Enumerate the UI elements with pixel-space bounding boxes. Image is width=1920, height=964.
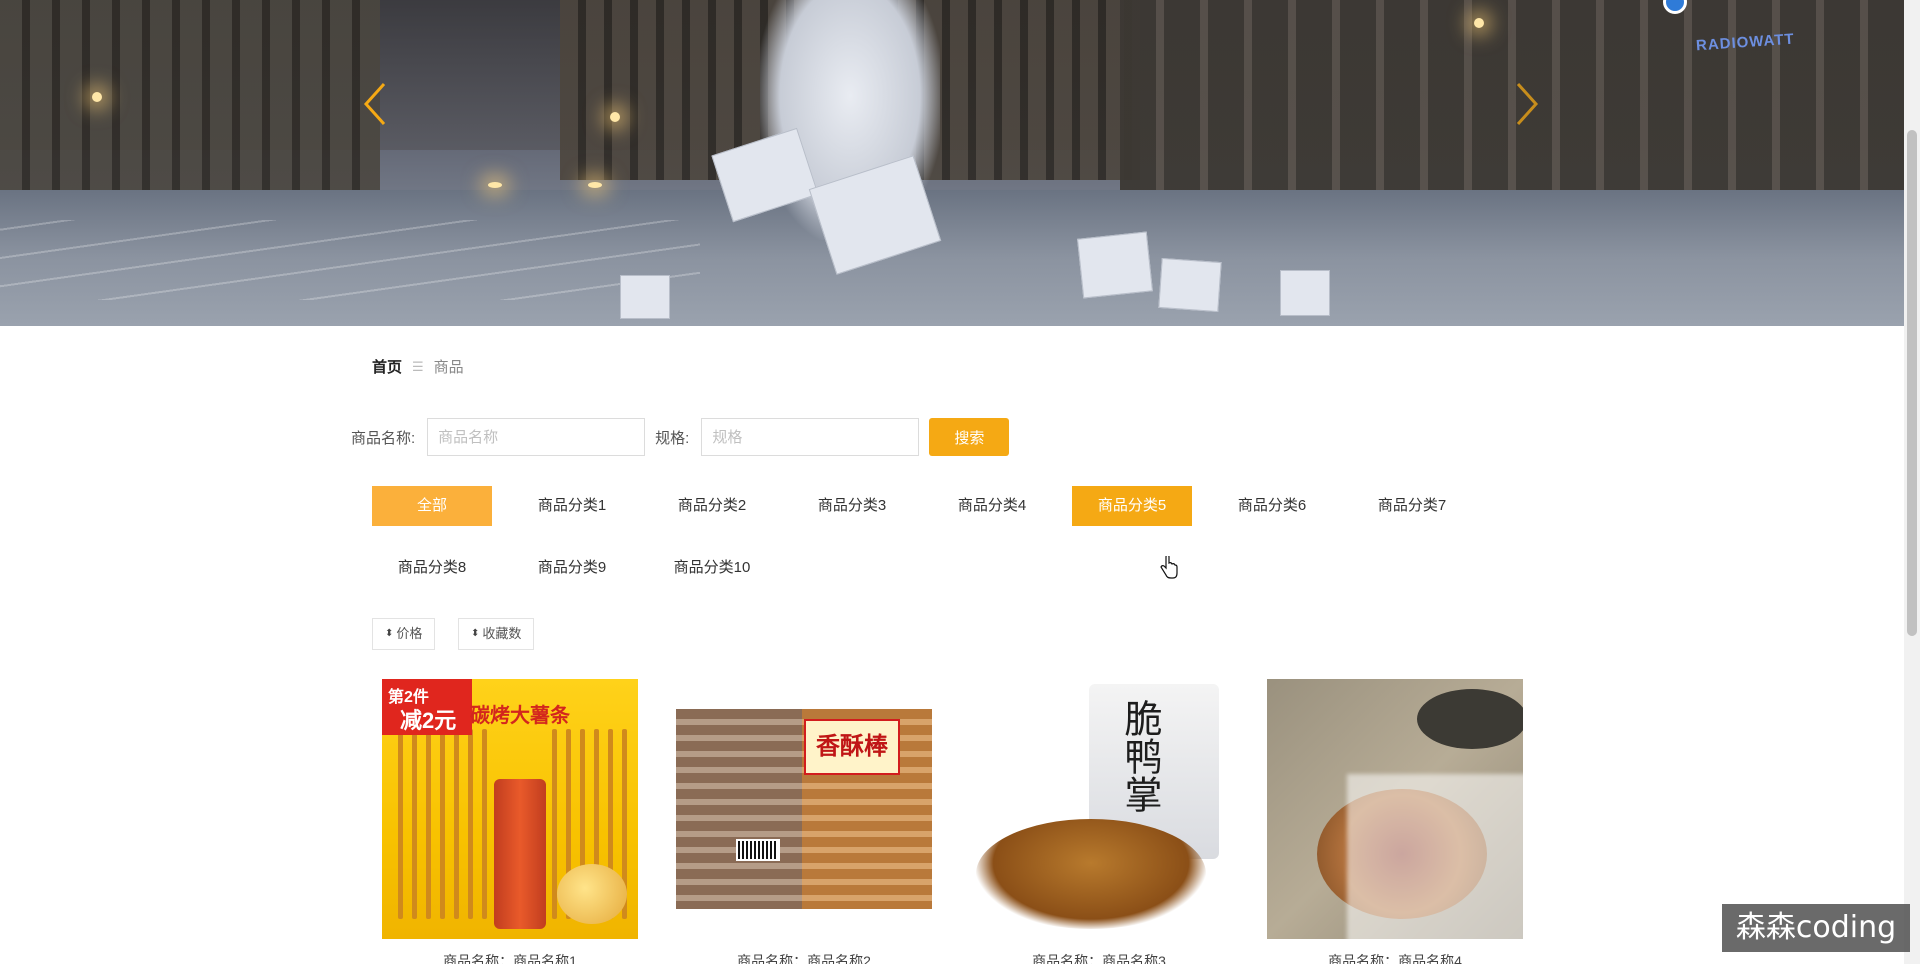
product-image[interactable]: 脆鸭掌 [971,679,1227,939]
product-garnish [557,864,627,924]
product-food [976,819,1206,929]
banner-road-markings [0,220,700,300]
sort-arrows-icon: ⬍ [471,628,480,639]
product-card[interactable]: 第2件 减2元 碳烤大薯条 商品名称：商品名称1 [382,679,638,964]
product-card[interactable]: 商品名称：商品名称4 [1267,679,1523,964]
sort-by-favorites-button[interactable]: ⬍ 收藏数 [458,618,535,650]
chevron-right-icon[interactable] [1512,80,1542,128]
breadcrumb-home-link[interactable]: 首页 [372,356,402,377]
category-item[interactable]: 商品分类9 [512,548,632,588]
category-item[interactable]: 商品分类10 [652,548,772,588]
street-lamp [1474,18,1484,28]
shopping-bag [1077,231,1153,299]
category-item[interactable]: 商品分类6 [1212,486,1332,526]
category-all[interactable]: 全部 [372,486,492,526]
chevron-left-icon[interactable] [360,80,390,128]
product-image-caption: 脆鸭掌 [1118,699,1162,813]
shopping-bag [1158,257,1222,313]
video-watermark: 森森coding [1722,904,1910,952]
product-name[interactable]: 商品名称：商品名称4 [1267,951,1523,964]
product-image-caption: 碳烤大薯条 [470,705,570,727]
product-image[interactable] [1267,679,1523,939]
product-name[interactable]: 商品名称：商品名称2 [676,951,932,964]
sort-by-price-button[interactable]: ⬍ 价格 [372,618,436,650]
product-image[interactable]: 第2件 减2元 碳烤大薯条 [382,679,638,939]
category-item[interactable]: 商品分类8 [372,548,492,588]
product-name-input[interactable] [427,418,646,456]
search-bar: 商品名称: 规格: 搜索 [351,418,1010,456]
image-blur-overlay [1347,774,1523,939]
street-lamp [610,112,620,122]
product-image-caption: 香酥棒 [804,719,900,775]
banner-building-left [0,0,380,200]
promo-tag: 第2件 减2元 [382,679,472,735]
product-package [676,709,806,909]
breadcrumb: 首页 ☰ 商品 [372,356,464,377]
shopping-bag [1280,270,1330,316]
product-name[interactable]: 商品名称：商品名称3 [971,951,1227,964]
barcode [736,839,780,861]
category-item[interactable]: 商品分类4 [932,486,1052,526]
page-scrollbar[interactable] [1904,0,1920,964]
hand-cursor-icon [1160,554,1178,580]
hero-carousel: RADIOWATT [0,0,1904,326]
street-lamp [92,92,102,102]
car-light [488,182,502,188]
product-card[interactable]: 香酥棒 商品名称：商品名称2 [676,679,932,964]
sort-arrows-icon: ⬍ [385,628,394,639]
product-plate [1417,689,1523,749]
search-button[interactable]: 搜索 [929,418,1010,456]
scrollbar-thumb[interactable] [1907,130,1917,636]
breadcrumb-separator-icon: ☰ [412,358,424,374]
product-name-label: 商品名称: [351,429,416,447]
category-item[interactable]: 商品分类5 [1072,486,1192,526]
product-image[interactable]: 香酥棒 [676,679,932,939]
shopping-bag [620,275,670,319]
spec-input[interactable] [701,418,920,456]
spec-label: 规格: [655,429,690,447]
sort-price-label: 价格 [396,626,423,641]
category-item[interactable]: 商品分类3 [792,486,912,526]
car-light [588,182,602,188]
breadcrumb-current: 商品 [433,359,464,376]
category-item[interactable]: 商品分类1 [512,486,632,526]
category-item[interactable]: 商品分类2 [652,486,772,526]
product-name[interactable]: 商品名称：商品名称1 [382,951,638,964]
product-package [494,779,546,929]
sort-favorites-label: 收藏数 [482,626,522,641]
product-card[interactable]: 脆鸭掌 商品名称：商品名称3 [971,679,1227,964]
category-item[interactable]: 商品分类7 [1352,486,1472,526]
